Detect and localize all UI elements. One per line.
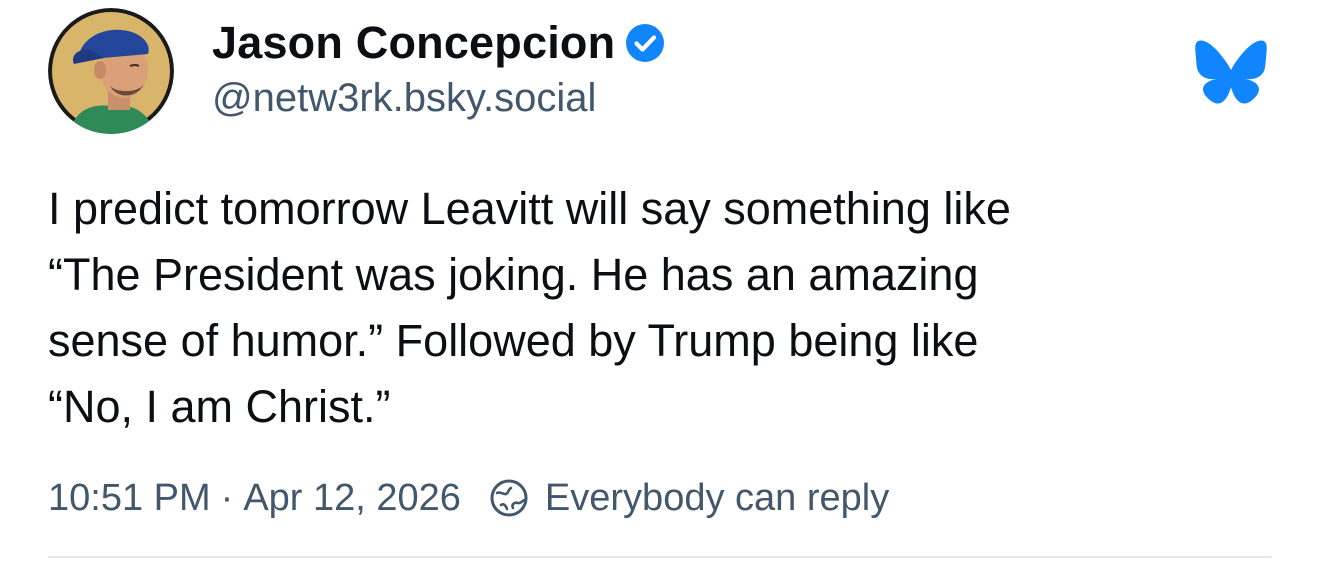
author-display-name[interactable]: Jason Concepcion <box>212 17 615 69</box>
author-avatar[interactable] <box>48 8 174 134</box>
verified-check-icon <box>625 23 665 63</box>
post-text-line: “The President was joking. He has an ama… <box>48 249 979 300</box>
divider <box>48 556 1272 558</box>
post-date[interactable]: Apr 12, 2026 <box>243 477 461 520</box>
post-text-line: I predict tomorrow Leavitt will say some… <box>48 183 1011 234</box>
globe-icon <box>489 478 529 518</box>
post-meta: 10:51 PM · Apr 12, 2026 Everybody can re… <box>48 470 889 526</box>
bluesky-post-card: Jason Concepcion @netw3rk.bsky.social I … <box>0 0 1320 572</box>
meta-separator: · <box>220 476 234 519</box>
author-info: Jason Concepcion @netw3rk.bsky.social <box>212 14 665 121</box>
post-text: I predict tomorrow Leavitt will say some… <box>48 176 1278 440</box>
reply-setting-label[interactable]: Everybody can reply <box>545 477 889 520</box>
post-time[interactable]: 10:51 PM <box>48 477 211 520</box>
post-text-line: “No, I am Christ.” <box>48 381 391 432</box>
post-text-line: sense of humor.” Followed by Trump being… <box>48 315 979 366</box>
author-handle[interactable]: @netw3rk.bsky.social <box>212 76 665 121</box>
author-name-row: Jason Concepcion <box>212 14 665 72</box>
bluesky-butterfly-icon <box>1194 38 1268 106</box>
